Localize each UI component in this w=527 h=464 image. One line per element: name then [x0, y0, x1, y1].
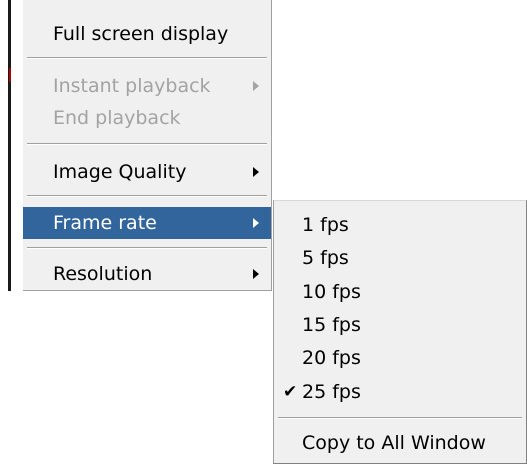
submenu-arrow-icon — [253, 269, 259, 279]
submenu-item-label: Copy to All Window — [302, 432, 486, 454]
submenu-arrow-icon — [253, 167, 259, 177]
submenu-item-label: 1 fps — [302, 214, 349, 236]
menu-item-resolution[interactable]: Resolution — [23, 258, 271, 290]
submenu-item-5-fps[interactable]: 5 fps — [274, 242, 526, 274]
app-window-edge — [8, 0, 11, 291]
submenu-item-label: 25 fps — [302, 381, 361, 403]
frame-rate-submenu: 1 fps 5 fps 10 fps 15 fps 20 fps ✔ 25 fp… — [273, 200, 527, 464]
menu-item-frame-rate[interactable]: Frame rate — [23, 207, 271, 239]
submenu-item-20-fps[interactable]: 20 fps — [274, 342, 526, 374]
menu-item-label: End playback — [53, 107, 181, 129]
screen: Full screen display Instant playback End… — [0, 0, 527, 464]
menu-separator — [27, 57, 267, 59]
app-window-edge-marker — [9, 68, 11, 82]
submenu-item-25-fps[interactable]: ✔ 25 fps — [274, 376, 526, 408]
menu-item-label: Full screen display — [53, 23, 229, 45]
menu-separator — [278, 417, 522, 419]
checkmark-icon: ✔ — [283, 382, 298, 402]
submenu-item-10-fps[interactable]: 10 fps — [274, 276, 526, 308]
context-menu: Full screen display Instant playback End… — [23, 0, 272, 291]
menu-separator — [27, 195, 267, 197]
submenu-item-label: 10 fps — [302, 281, 361, 303]
menu-item-label: Image Quality — [53, 161, 187, 183]
menu-item-label: Instant playback — [53, 75, 211, 97]
menu-item-label: Resolution — [53, 263, 153, 285]
submenu-arrow-icon — [253, 218, 259, 228]
menu-item-label: Frame rate — [53, 212, 157, 234]
menu-separator — [27, 247, 267, 249]
submenu-item-label: 15 fps — [302, 314, 361, 336]
menu-item-image-quality[interactable]: Image Quality — [23, 156, 271, 188]
menu-item-end-playback[interactable]: End playback — [23, 102, 271, 134]
menu-separator — [27, 143, 267, 145]
menu-item-full-screen-display[interactable]: Full screen display — [23, 18, 271, 50]
submenu-item-15-fps[interactable]: 15 fps — [274, 309, 526, 341]
submenu-arrow-icon — [253, 81, 259, 91]
submenu-item-1-fps[interactable]: 1 fps — [274, 209, 526, 241]
submenu-item-copy-to-all-window[interactable]: Copy to All Window — [274, 427, 526, 459]
submenu-item-label: 5 fps — [302, 247, 349, 269]
menu-item-instant-playback[interactable]: Instant playback — [23, 70, 271, 102]
submenu-item-label: 20 fps — [302, 347, 361, 369]
